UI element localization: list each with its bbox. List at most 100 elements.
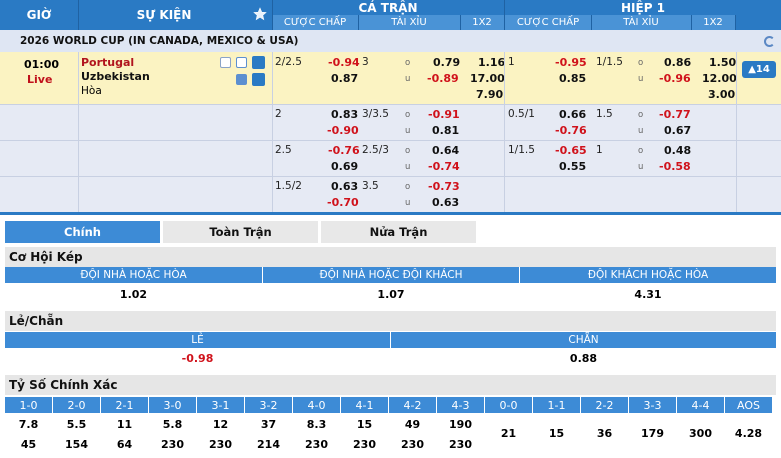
h1-over-odd[interactable]: 0.48 <box>664 144 691 157</box>
stats-icon[interactable] <box>220 57 231 68</box>
score-odd-home[interactable]: 5.8 <box>149 414 196 434</box>
score-odd-home[interactable]: 5.5 <box>53 414 100 434</box>
score-header-1-0: 1-0 <box>5 397 52 413</box>
over-label: o <box>638 146 644 156</box>
odd-odd[interactable]: -0.98 <box>5 349 390 367</box>
h1-handicap-home-odd[interactable]: -0.65 <box>555 144 587 157</box>
market-tabs: Chính Toàn Trận Nửa Trận <box>0 212 781 244</box>
score-header-4-2: 4-2 <box>389 397 436 413</box>
league-row[interactable]: 2026 WORLD CUP (IN CANADA, MEXICO & USA) <box>0 30 781 52</box>
under-label: u <box>405 198 411 208</box>
h1-handicap-header: CƯỢC CHẤP <box>505 15 591 30</box>
ft-handicap-line: 2 <box>275 108 282 120</box>
score-odd-home[interactable]: 12 <box>197 414 244 434</box>
h1-over-odd[interactable]: 0.86 <box>664 56 691 69</box>
odd-even-title: Lẻ/Chẵn <box>5 311 776 331</box>
tab-halftime[interactable]: Nửa Trận <box>321 221 476 243</box>
score-odd-draw[interactable]: 15 <box>533 423 580 443</box>
away-team[interactable]: Uzbekistan <box>81 70 150 83</box>
score-odd-away[interactable]: 214 <box>245 434 292 454</box>
score-odd-home[interactable]: 49 <box>389 414 436 434</box>
h1-handicap-home-odd[interactable]: -0.95 <box>555 56 587 69</box>
h1-home-win-odd[interactable]: 1.50 <box>709 56 736 69</box>
more-markets-button[interactable]: ▲14 <box>742 61 776 78</box>
score-odd-home[interactable]: 190 <box>437 414 484 434</box>
score-odd-draw[interactable]: 179 <box>629 423 676 443</box>
over-label: o <box>405 58 411 68</box>
ft-handicap-line: 1.5/2 <box>275 180 302 192</box>
ft-under-odd[interactable]: 0.63 <box>432 196 459 209</box>
score-odd-away[interactable]: 230 <box>149 434 196 454</box>
score-odd-away[interactable]: 230 <box>197 434 244 454</box>
ft-handicap-home-odd[interactable]: -0.76 <box>328 144 360 157</box>
score-odd-draw[interactable]: 300 <box>677 423 724 443</box>
h1-under-odd[interactable]: 0.67 <box>664 124 691 137</box>
score-odd-away[interactable]: 64 <box>101 434 148 454</box>
h1-under-odd[interactable]: -0.96 <box>659 72 691 85</box>
ft-under-odd[interactable]: 0.81 <box>432 124 459 137</box>
h1-handicap-away-odd[interactable]: 0.55 <box>559 160 586 173</box>
score-odd-away[interactable]: 230 <box>389 434 436 454</box>
field-icon[interactable] <box>236 57 247 68</box>
dc-away-or-draw-odd[interactable]: 4.31 <box>520 285 776 303</box>
ft-over-odd[interactable]: -0.91 <box>428 108 460 121</box>
h1-handicap-away-odd[interactable]: 0.85 <box>559 72 586 85</box>
ft-handicap-away-odd[interactable]: -0.70 <box>327 196 359 209</box>
score-odd-home[interactable]: 7.8 <box>5 414 52 434</box>
ft-handicap-home-odd[interactable]: 0.83 <box>331 108 358 121</box>
refresh-icon[interactable] <box>764 36 775 47</box>
h1-away-win-odd[interactable]: 12.00 <box>702 72 737 85</box>
score-odd-away[interactable]: 230 <box>341 434 388 454</box>
ft-ou-line: 3.5 <box>362 180 379 192</box>
tab-fulltime[interactable]: Toàn Trận <box>163 221 318 243</box>
over-label: o <box>638 110 644 120</box>
h1-handicap-home-odd[interactable]: 0.66 <box>559 108 586 121</box>
score-odd-home[interactable]: 37 <box>245 414 292 434</box>
scoreboard-icon[interactable] <box>252 73 265 86</box>
star-icon[interactable] <box>252 56 265 69</box>
dc-home-or-away-odd[interactable]: 1.07 <box>263 285 519 303</box>
ft-under-odd[interactable]: -0.89 <box>427 72 459 85</box>
score-odd-away[interactable]: 45 <box>5 434 52 454</box>
dc-home-or-draw-header: ĐỘI NHÀ HOẶC HÒA <box>5 267 262 283</box>
h1-handicap-line: 0.5/1 <box>508 108 535 120</box>
ft-under-odd[interactable]: -0.74 <box>428 160 460 173</box>
h1-draw-odd[interactable]: 3.00 <box>708 88 735 101</box>
dc-home-or-draw-odd[interactable]: 1.02 <box>5 285 262 303</box>
score-odd-away[interactable]: 154 <box>53 434 100 454</box>
odd-header: LẺ <box>5 332 390 348</box>
ft-away-win-odd[interactable]: 17.00 <box>470 72 505 85</box>
score-odd-home[interactable]: 15 <box>341 414 388 434</box>
score-header-4-3: 4-3 <box>437 397 484 413</box>
ft-home-win-odd[interactable]: 1.16 <box>478 56 505 69</box>
h1-under-odd[interactable]: -0.58 <box>659 160 691 173</box>
ft-handicap-home-odd[interactable]: -0.94 <box>328 56 360 69</box>
h1-handicap-away-odd[interactable]: -0.76 <box>555 124 587 137</box>
dc-home-or-away-header: ĐỘI NHÀ HOẶC ĐỘI KHÁCH <box>263 267 519 283</box>
ft-handicap-away-odd[interactable]: -0.90 <box>327 124 359 137</box>
tab-main[interactable]: Chính <box>5 221 160 243</box>
score-odd-draw[interactable]: 4.28 <box>725 423 772 443</box>
score-odd-draw[interactable]: 21 <box>485 423 532 443</box>
h1-over-odd[interactable]: -0.77 <box>659 108 691 121</box>
score-odd-away[interactable]: 230 <box>293 434 340 454</box>
ft-over-odd[interactable]: -0.73 <box>428 180 460 193</box>
ft-handicap-away-odd[interactable]: 0.69 <box>331 160 358 173</box>
even-odd[interactable]: 0.88 <box>391 349 776 367</box>
under-label: u <box>405 162 411 172</box>
ft-draw-odd[interactable]: 7.90 <box>476 88 503 101</box>
score-odd-home[interactable]: 8.3 <box>293 414 340 434</box>
favorite-star-icon[interactable] <box>253 7 267 21</box>
score-header-2-1: 2-1 <box>101 397 148 413</box>
draw-label: Hòa <box>81 85 102 97</box>
lineup-icon[interactable] <box>236 74 247 85</box>
score-odd-away[interactable]: 230 <box>437 434 484 454</box>
h1-handicap-line: 1 <box>508 56 515 68</box>
ft-handicap-away-odd[interactable]: 0.87 <box>331 72 358 85</box>
ft-handicap-home-odd[interactable]: 0.63 <box>331 180 358 193</box>
score-odd-draw[interactable]: 36 <box>581 423 628 443</box>
score-odd-home[interactable]: 11 <box>101 414 148 434</box>
ft-over-odd[interactable]: 0.64 <box>432 144 459 157</box>
home-team[interactable]: Portugal <box>81 56 134 69</box>
ft-over-odd[interactable]: 0.79 <box>433 56 460 69</box>
